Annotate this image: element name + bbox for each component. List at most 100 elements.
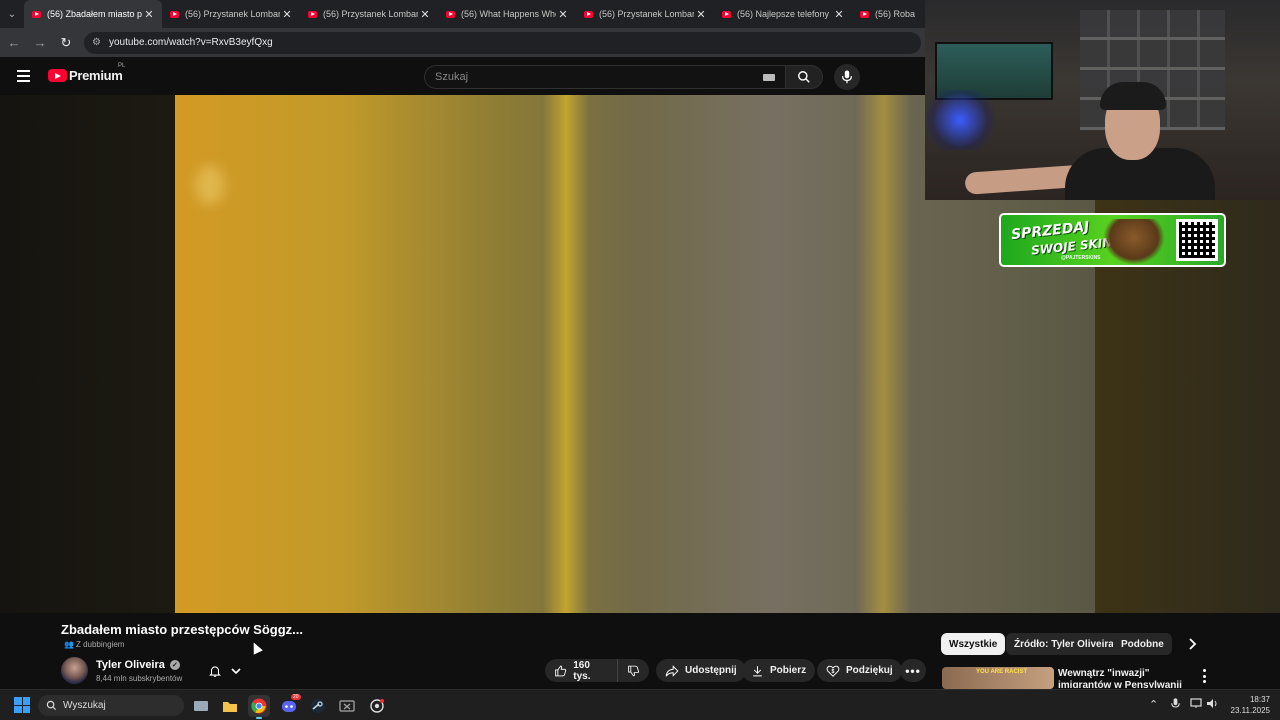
tab-title: (56) Zbadałem miasto prze xyxy=(47,9,142,19)
voice-search-button[interactable] xyxy=(834,64,860,90)
tab-title: (56) Robalini xyxy=(875,9,915,19)
chip-from-channel[interactable]: Źródło: Tyler Oliveira xyxy=(1006,633,1122,655)
more-actions-button[interactable]: ••• xyxy=(900,659,926,682)
streamer-webcam xyxy=(925,0,1280,200)
steam-icon[interactable] xyxy=(307,695,329,717)
tab-title: (56) Przystanek Lombard xyxy=(599,9,694,19)
microphone-tray-icon[interactable] xyxy=(1171,698,1180,713)
dub-badge: 👥 Z dubbingiem xyxy=(64,640,124,649)
subscription-bell-button[interactable] xyxy=(198,659,251,683)
address-bar: ← → ↻ ⚙ youtube.com/watch?v=RxvB3eyfQxg xyxy=(0,28,925,57)
browser-tab-3[interactable]: (56) What Happens When ✕ xyxy=(438,0,576,28)
url-text: youtube.com/watch?v=RxvB3eyfQxg xyxy=(108,37,273,48)
browser-tab-4[interactable]: (56) Przystanek Lombard ✕ xyxy=(576,0,714,28)
discord-icon[interactable]: 20 xyxy=(278,694,301,717)
reload-icon[interactable]: ↻ xyxy=(54,31,78,55)
download-button[interactable]: Pobierz xyxy=(742,659,816,682)
recommendation-thumbnail[interactable]: YOU ARE RACIST xyxy=(942,667,1054,689)
dislike-button[interactable] xyxy=(617,659,649,682)
close-icon[interactable]: ✕ xyxy=(418,8,432,21)
promo-banner: SPRZEDAJ SWOJE SKINY @PAJTERSKINS xyxy=(999,213,1226,267)
network-icon[interactable] xyxy=(1190,698,1202,712)
taskbar: Wyszukaj 20 ⌃ 18:37 23.11.2025 xyxy=(0,689,1280,720)
close-icon[interactable]: ✕ xyxy=(832,8,846,21)
chrome-icon[interactable] xyxy=(248,695,270,719)
search-input[interactable] xyxy=(425,66,725,88)
download-label: Pobierz xyxy=(770,665,807,676)
more-horizontal-icon: ••• xyxy=(905,663,921,678)
youtube-favicon-icon xyxy=(860,10,869,18)
more-vertical-icon[interactable] xyxy=(1200,669,1208,683)
windows-start-icon[interactable] xyxy=(14,697,30,713)
close-icon[interactable]: ✕ xyxy=(694,8,708,21)
youtube-logo[interactable]: Premium PL xyxy=(48,63,125,83)
youtube-header: Premium PL xyxy=(0,57,925,95)
microphone-icon xyxy=(842,70,852,84)
taskbar-search[interactable]: Wyszukaj xyxy=(38,695,184,716)
share-icon xyxy=(665,664,679,677)
webcam-desk-light xyxy=(925,90,995,150)
xbox-app-icon[interactable] xyxy=(336,695,358,717)
channel-avatar[interactable] xyxy=(61,657,88,684)
tab-title: (56) What Happens When xyxy=(461,9,556,19)
volume-icon[interactable] xyxy=(1206,698,1218,712)
chip-related[interactable]: Podobne xyxy=(1113,633,1172,655)
qr-code-icon xyxy=(1176,219,1218,261)
thumbs-up-icon xyxy=(555,665,567,676)
thumbs-down-icon xyxy=(628,665,639,676)
channel-name: Tyler Oliveira xyxy=(96,659,165,671)
tab-search-dropdown[interactable]: ⌄ xyxy=(0,0,24,28)
tab-title: (56) Przystanek Lombard xyxy=(323,9,418,19)
forward-icon[interactable]: → xyxy=(28,31,52,55)
menu-icon[interactable] xyxy=(17,70,30,82)
heart-dollar-icon: $ xyxy=(826,665,840,677)
browser-tab-5[interactable]: (56) Najlepsze telefony ro ✕ xyxy=(714,0,852,28)
recommendation-title[interactable]: Wewnątrz "inwazji" imigrantów w Pensylwa… xyxy=(1058,668,1193,688)
share-label: Udostępnij xyxy=(685,665,737,676)
chips-next-button[interactable] xyxy=(1186,637,1198,656)
chevron-down-icon xyxy=(231,668,241,675)
browser-tab-1[interactable]: (56) Przystanek Lombard ✕ xyxy=(162,0,300,28)
like-count: 160 tys. xyxy=(573,659,591,682)
chip-all[interactable]: Wszystkie xyxy=(941,633,1006,655)
keyboard-icon[interactable] xyxy=(763,74,775,81)
browser-tab-0[interactable]: (56) Zbadałem miasto prze✕ xyxy=(24,0,162,28)
tray-overflow-icon[interactable]: ⌃ xyxy=(1149,698,1158,711)
browser-tab-2[interactable]: (56) Przystanek Lombard ✕ xyxy=(300,0,438,28)
people-icon: 👥 xyxy=(64,640,74,649)
back-icon[interactable]: ← xyxy=(2,31,26,55)
youtube-favicon-icon xyxy=(584,10,593,18)
file-explorer-icon[interactable] xyxy=(219,695,241,717)
browser-tab-6[interactable]: (56) Robalini xyxy=(852,0,921,28)
thumbnail-caption: YOU ARE RACIST xyxy=(976,669,1028,675)
search-box xyxy=(424,65,785,89)
close-icon[interactable]: ✕ xyxy=(556,8,570,21)
search-button[interactable] xyxy=(785,65,823,89)
clock-date: 23.11.2025 xyxy=(1230,706,1270,715)
channel-name-row[interactable]: Tyler Oliveira ✓ xyxy=(96,659,180,671)
tab-strip: ⌄ (56) Zbadałem miasto prze✕ (56) Przyst… xyxy=(0,0,925,28)
system-clock[interactable]: 18:37 23.11.2025 xyxy=(1226,694,1270,716)
promo-dog-image xyxy=(1103,219,1165,265)
download-icon xyxy=(753,665,762,676)
share-button[interactable]: Udostępnij xyxy=(656,659,746,682)
subscriber-count: 8,44 mln subskrybentów xyxy=(96,674,183,683)
task-view-icon[interactable] xyxy=(190,695,212,717)
chevron-right-icon xyxy=(1189,638,1197,650)
tab-title: (56) Najlepsze telefony ro xyxy=(737,9,832,19)
search-icon xyxy=(798,71,810,83)
video-title: Zbadałem miasto przestępców Söggz... xyxy=(61,622,303,637)
svg-text:$: $ xyxy=(832,668,835,674)
verified-icon: ✓ xyxy=(169,660,180,670)
recorder-app-icon[interactable] xyxy=(366,695,388,717)
mouse-cursor xyxy=(249,640,263,655)
close-icon[interactable]: ✕ xyxy=(142,8,156,21)
site-info-icon[interactable]: ⚙ xyxy=(92,37,101,48)
youtube-favicon-icon xyxy=(170,10,179,18)
close-icon[interactable]: ✕ xyxy=(280,8,294,21)
logo-text: Premium xyxy=(69,68,123,83)
url-field[interactable]: ⚙ youtube.com/watch?v=RxvB3eyfQxg xyxy=(84,31,921,54)
region-code: PL xyxy=(118,63,126,69)
thanks-button[interactable]: $ Podziękuj xyxy=(817,659,902,682)
like-button[interactable]: 160 tys. xyxy=(545,659,617,682)
